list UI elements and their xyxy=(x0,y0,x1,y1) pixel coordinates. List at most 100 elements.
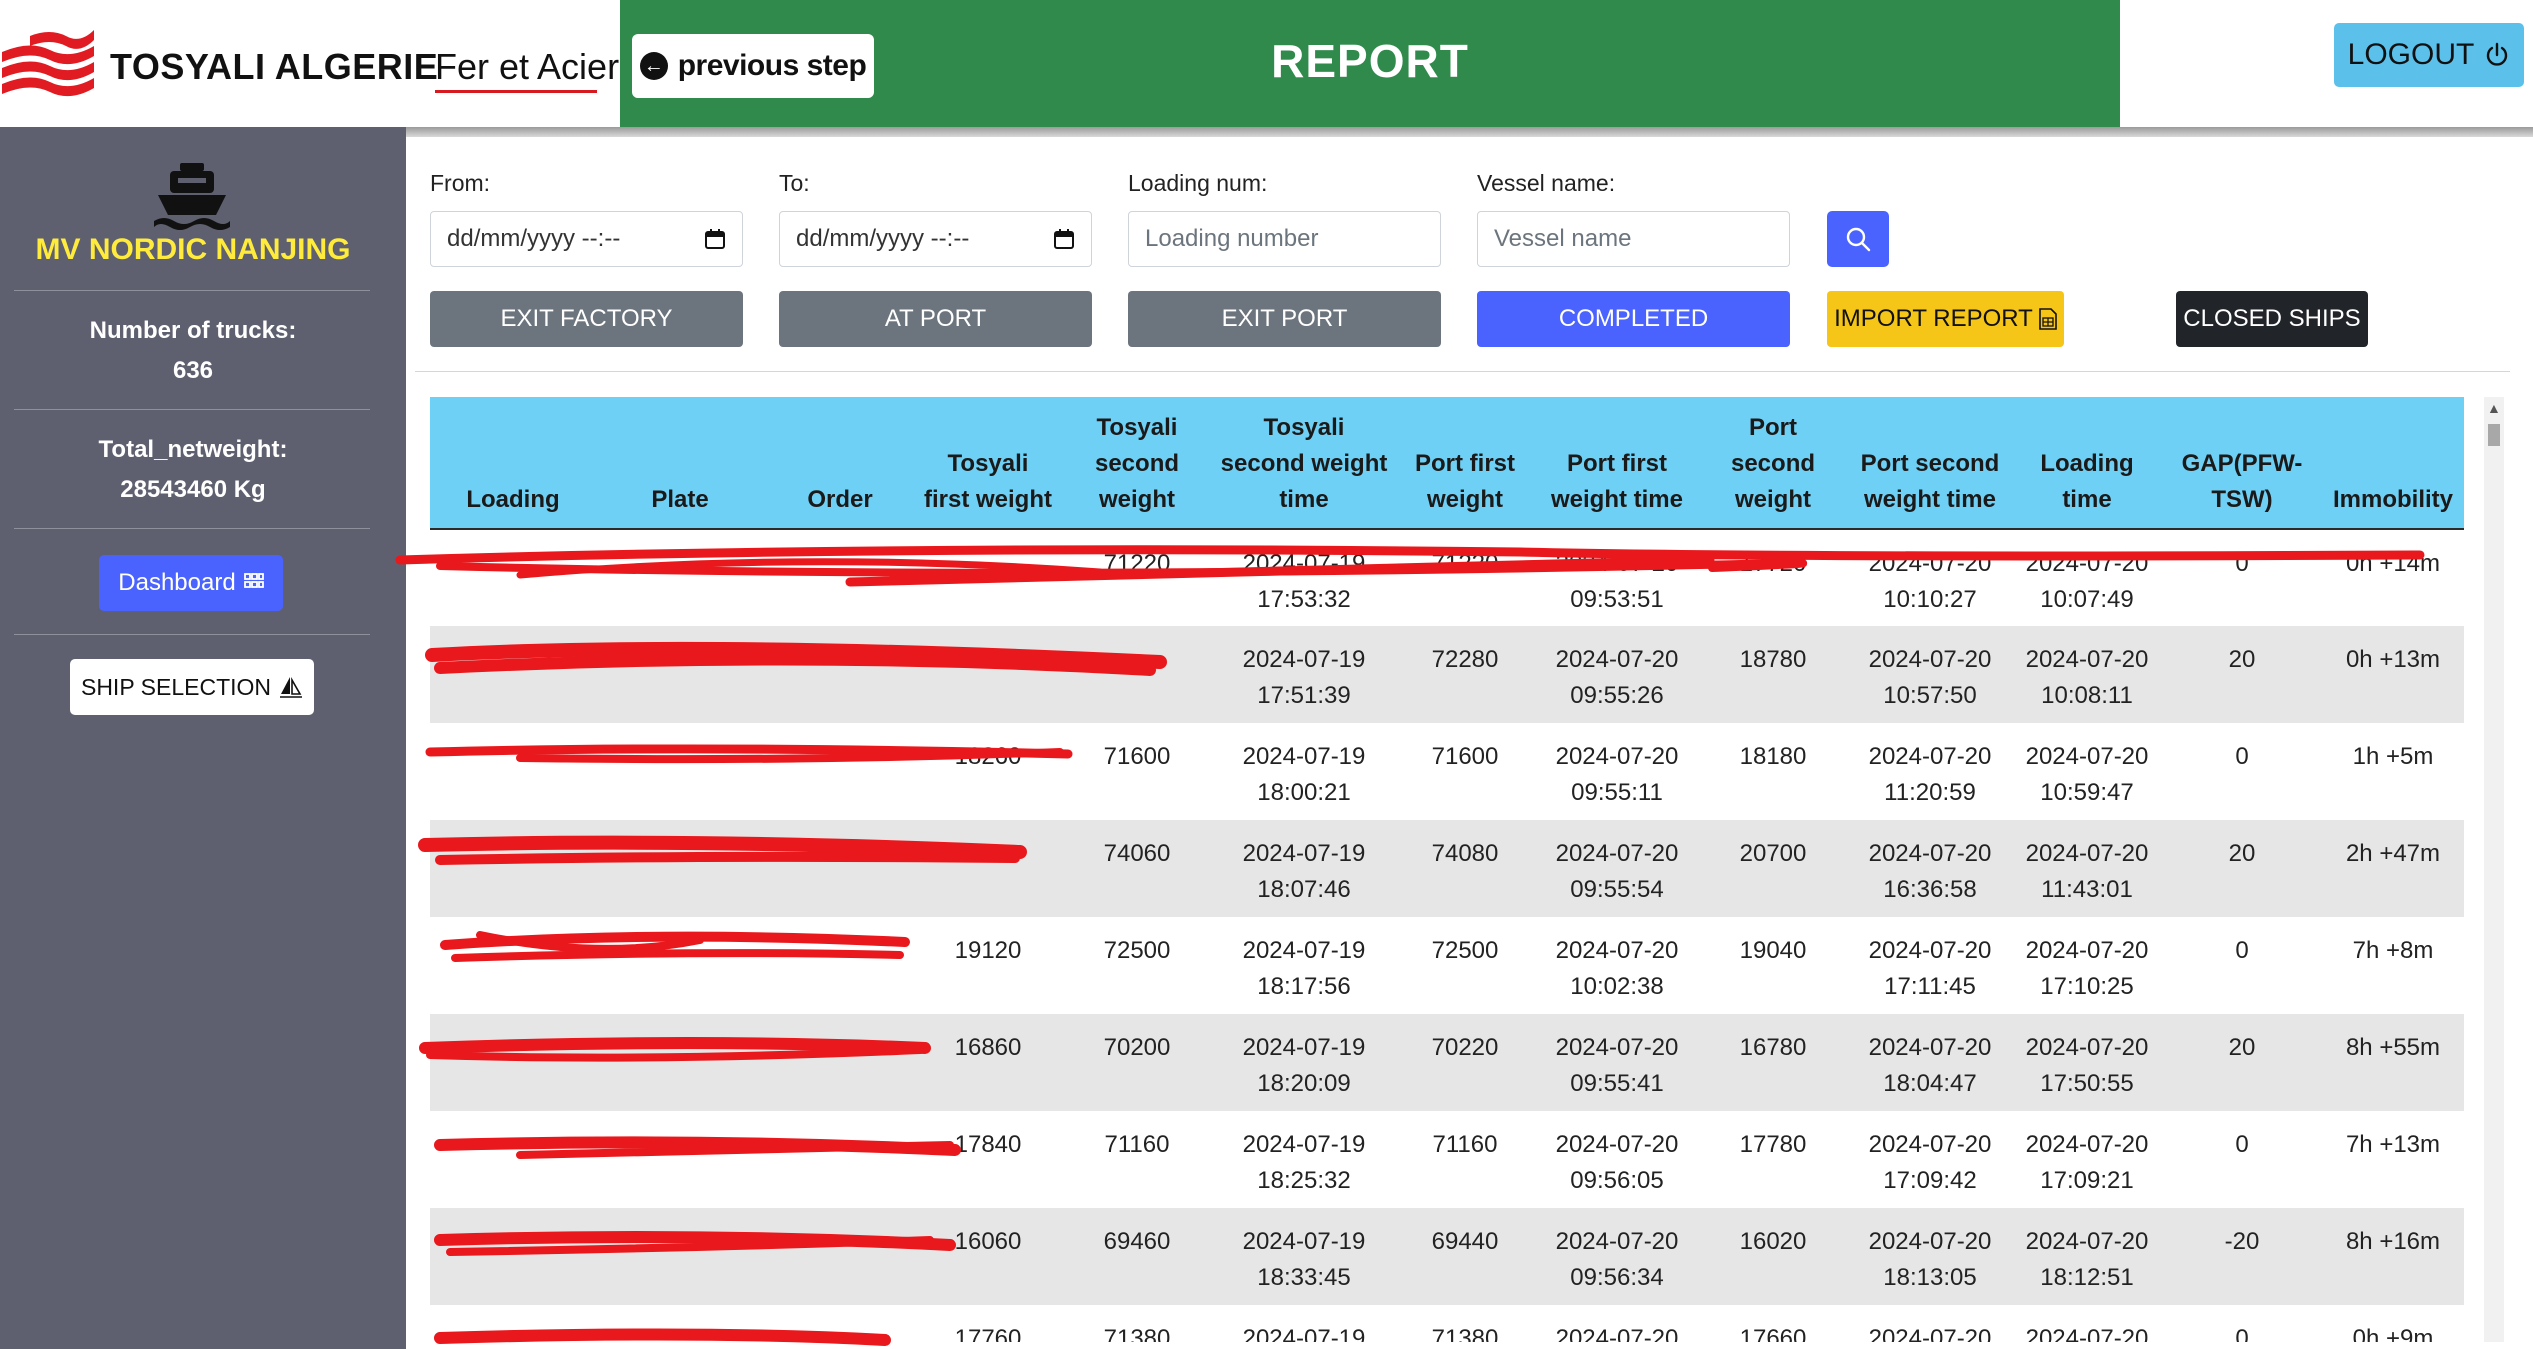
table-cell: 2024-07-20 09:56:05 xyxy=(1536,1111,1698,1208)
table-cell: 0 xyxy=(2162,723,2322,820)
from-date-input[interactable]: dd/mm/yyyy --:-- xyxy=(430,211,743,267)
previous-step-label: previous step xyxy=(677,49,867,82)
scroll-up-arrow-icon[interactable]: ▲ xyxy=(2487,400,2501,416)
table-scrollbar[interactable] xyxy=(2484,397,2504,1342)
table-cell: 2024-07-19 17:53:32 xyxy=(1214,529,1394,626)
scrollbar-thumb[interactable] xyxy=(2488,424,2500,446)
table-cell: 16020 xyxy=(1698,1208,1848,1305)
table-cell: 2024-07-19 18:07:46 xyxy=(1214,820,1394,917)
table-cell: 2024-07-19 18:17:56 xyxy=(1214,917,1394,1014)
tosyali-flag-icon xyxy=(2,30,94,97)
table-cell: 8h +55m xyxy=(2322,1014,2464,1111)
table-cell: 69440 xyxy=(1394,1208,1536,1305)
table-cell xyxy=(596,1111,764,1208)
search-icon xyxy=(1846,227,1871,252)
table-cell: 2024-07-20 17:09:42 xyxy=(1848,1111,2012,1208)
table-cell xyxy=(430,1305,596,1342)
report-table: Loading Plate Order Tosyali first weight… xyxy=(430,397,2464,1342)
table-cell xyxy=(596,626,764,723)
table-cell: 72500 xyxy=(1060,917,1214,1014)
loading-num-label: Loading num: xyxy=(1128,170,1268,196)
table-header-row: Loading Plate Order Tosyali first weight… xyxy=(430,397,2464,530)
calendar-icon xyxy=(705,229,725,249)
table-cell xyxy=(596,1208,764,1305)
loading-number-input[interactable] xyxy=(1128,211,1441,267)
table-cell: 2024-07-20 09:53:51 xyxy=(1536,529,1698,626)
exit-factory-button[interactable]: EXIT FACTORY xyxy=(430,291,743,347)
to-label: To: xyxy=(779,170,810,196)
table-cell: 8h +16m xyxy=(2322,1208,2464,1305)
table-cell xyxy=(430,529,596,626)
logout-label: LOGOUT xyxy=(2347,38,2475,71)
table-row: 74060 2024-07-19 18:07:46 74080 2024-07-20 09… xyxy=(430,820,2464,917)
table-row: 16860 70200 2024-07-19 18:20:09 70220 2024-07… xyxy=(430,1014,2464,1111)
table-cell: 2024-07-19 18:00:21 xyxy=(1214,723,1394,820)
table-cell: 71600 xyxy=(1394,723,1536,820)
to-date-input[interactable]: dd/mm/yyyy --:-- xyxy=(779,211,1092,267)
table-cell: 2024-07-20 17:10:25 xyxy=(2012,917,2162,1014)
sidebar-divider xyxy=(14,634,370,635)
table-cell: 2024-07-20 xyxy=(2012,1305,2162,1342)
table-cell: 2024-07-20 17:50:55 xyxy=(2012,1014,2162,1111)
table-cell xyxy=(916,529,1060,626)
import-report-button[interactable]: IMPORT REPORT xyxy=(1827,291,2064,347)
sidebar: MV NORDIC NANJING Number of trucks: 636 … xyxy=(0,127,406,1349)
column-header: Tosyali first weight xyxy=(916,397,1060,530)
table-cell: 2024-07-20 xyxy=(1536,1305,1698,1342)
column-header: Port second weight time xyxy=(1848,397,2012,530)
table-cell: 7h +8m xyxy=(2322,917,2464,1014)
table-row: 18260 71600 2024-07-19 18:00:21 71600 2024-07… xyxy=(430,723,2464,820)
table-cell: 16860 xyxy=(916,1014,1060,1111)
table-cell: 2h +47m xyxy=(2322,820,2464,917)
column-header: Order xyxy=(764,397,916,530)
search-button[interactable] xyxy=(1827,211,1889,267)
column-header: Port first weight xyxy=(1394,397,1536,530)
logout-button[interactable]: LOGOUT xyxy=(2334,23,2524,87)
sidebar-divider xyxy=(14,409,370,410)
ship-selection-button[interactable]: SHIP SELECTION xyxy=(70,659,314,715)
table-cell: 20700 xyxy=(1698,820,1848,917)
table-row: 17840 71160 2024-07-19 18:25:32 71160 2024-07… xyxy=(430,1111,2464,1208)
closed-ships-button[interactable]: CLOSED SHIPS xyxy=(2176,291,2368,347)
table-cell: 70200 xyxy=(1060,1014,1214,1111)
table-cell: 71160 xyxy=(1060,1111,1214,1208)
table-cell: 71220 xyxy=(1060,529,1214,626)
table-cell xyxy=(764,529,916,626)
table-cell xyxy=(430,1208,596,1305)
table-cell: 72500 xyxy=(1394,917,1536,1014)
table-cell: 16060 xyxy=(916,1208,1060,1305)
sidebar-divider xyxy=(14,290,370,291)
exit-port-button[interactable]: EXIT PORT xyxy=(1128,291,1441,347)
table-cell: 71220 xyxy=(1394,529,1536,626)
table-cell: 2024-07-20 18:13:05 xyxy=(1848,1208,2012,1305)
at-port-button[interactable]: AT PORT xyxy=(779,291,1092,347)
table-cell: 74080 xyxy=(1394,820,1536,917)
column-header: Port first weight time xyxy=(1536,397,1698,530)
column-header: Immobility xyxy=(2322,397,2464,530)
table-cell xyxy=(764,626,916,723)
table-cell xyxy=(764,917,916,1014)
table-cell: 0 xyxy=(2162,529,2322,626)
table-cell: 74060 xyxy=(1060,820,1214,917)
table-cell: 2024-07-20 11:43:01 xyxy=(2012,820,2162,917)
dashboard-button[interactable]: Dashboard xyxy=(99,555,283,611)
table-row: 2024-07-19 17:51:39 72280 2024-07-20 09:55:2… xyxy=(430,626,2464,723)
column-header: Port second weight xyxy=(1698,397,1848,530)
brand-subtitle: Fer et Acier xyxy=(435,46,620,87)
brand-logo: TOSYALI ALGERIE Fer et Acier xyxy=(0,0,620,127)
sidebar-divider xyxy=(14,528,370,529)
table-cell: 2024-07-20 10:57:50 xyxy=(1848,626,2012,723)
vessel-name-input[interactable] xyxy=(1477,211,1790,267)
table-cell xyxy=(596,529,764,626)
table-cell: 0h +13m xyxy=(2322,626,2464,723)
table-cell: 17780 xyxy=(1698,1111,1848,1208)
previous-step-button[interactable]: ← previous step xyxy=(632,34,874,98)
table-cell: 2024-07-20 10:59:47 xyxy=(2012,723,2162,820)
grid-icon xyxy=(243,573,264,588)
table-cell: 0 xyxy=(2162,917,2322,1014)
trucks-label: Number of trucks: xyxy=(89,317,297,344)
table-cell: 18260 xyxy=(916,723,1060,820)
table-cell: 2024-07-19 18:25:32 xyxy=(1214,1111,1394,1208)
table-cell: 72280 xyxy=(1394,626,1536,723)
completed-button[interactable]: COMPLETED xyxy=(1477,291,1790,347)
